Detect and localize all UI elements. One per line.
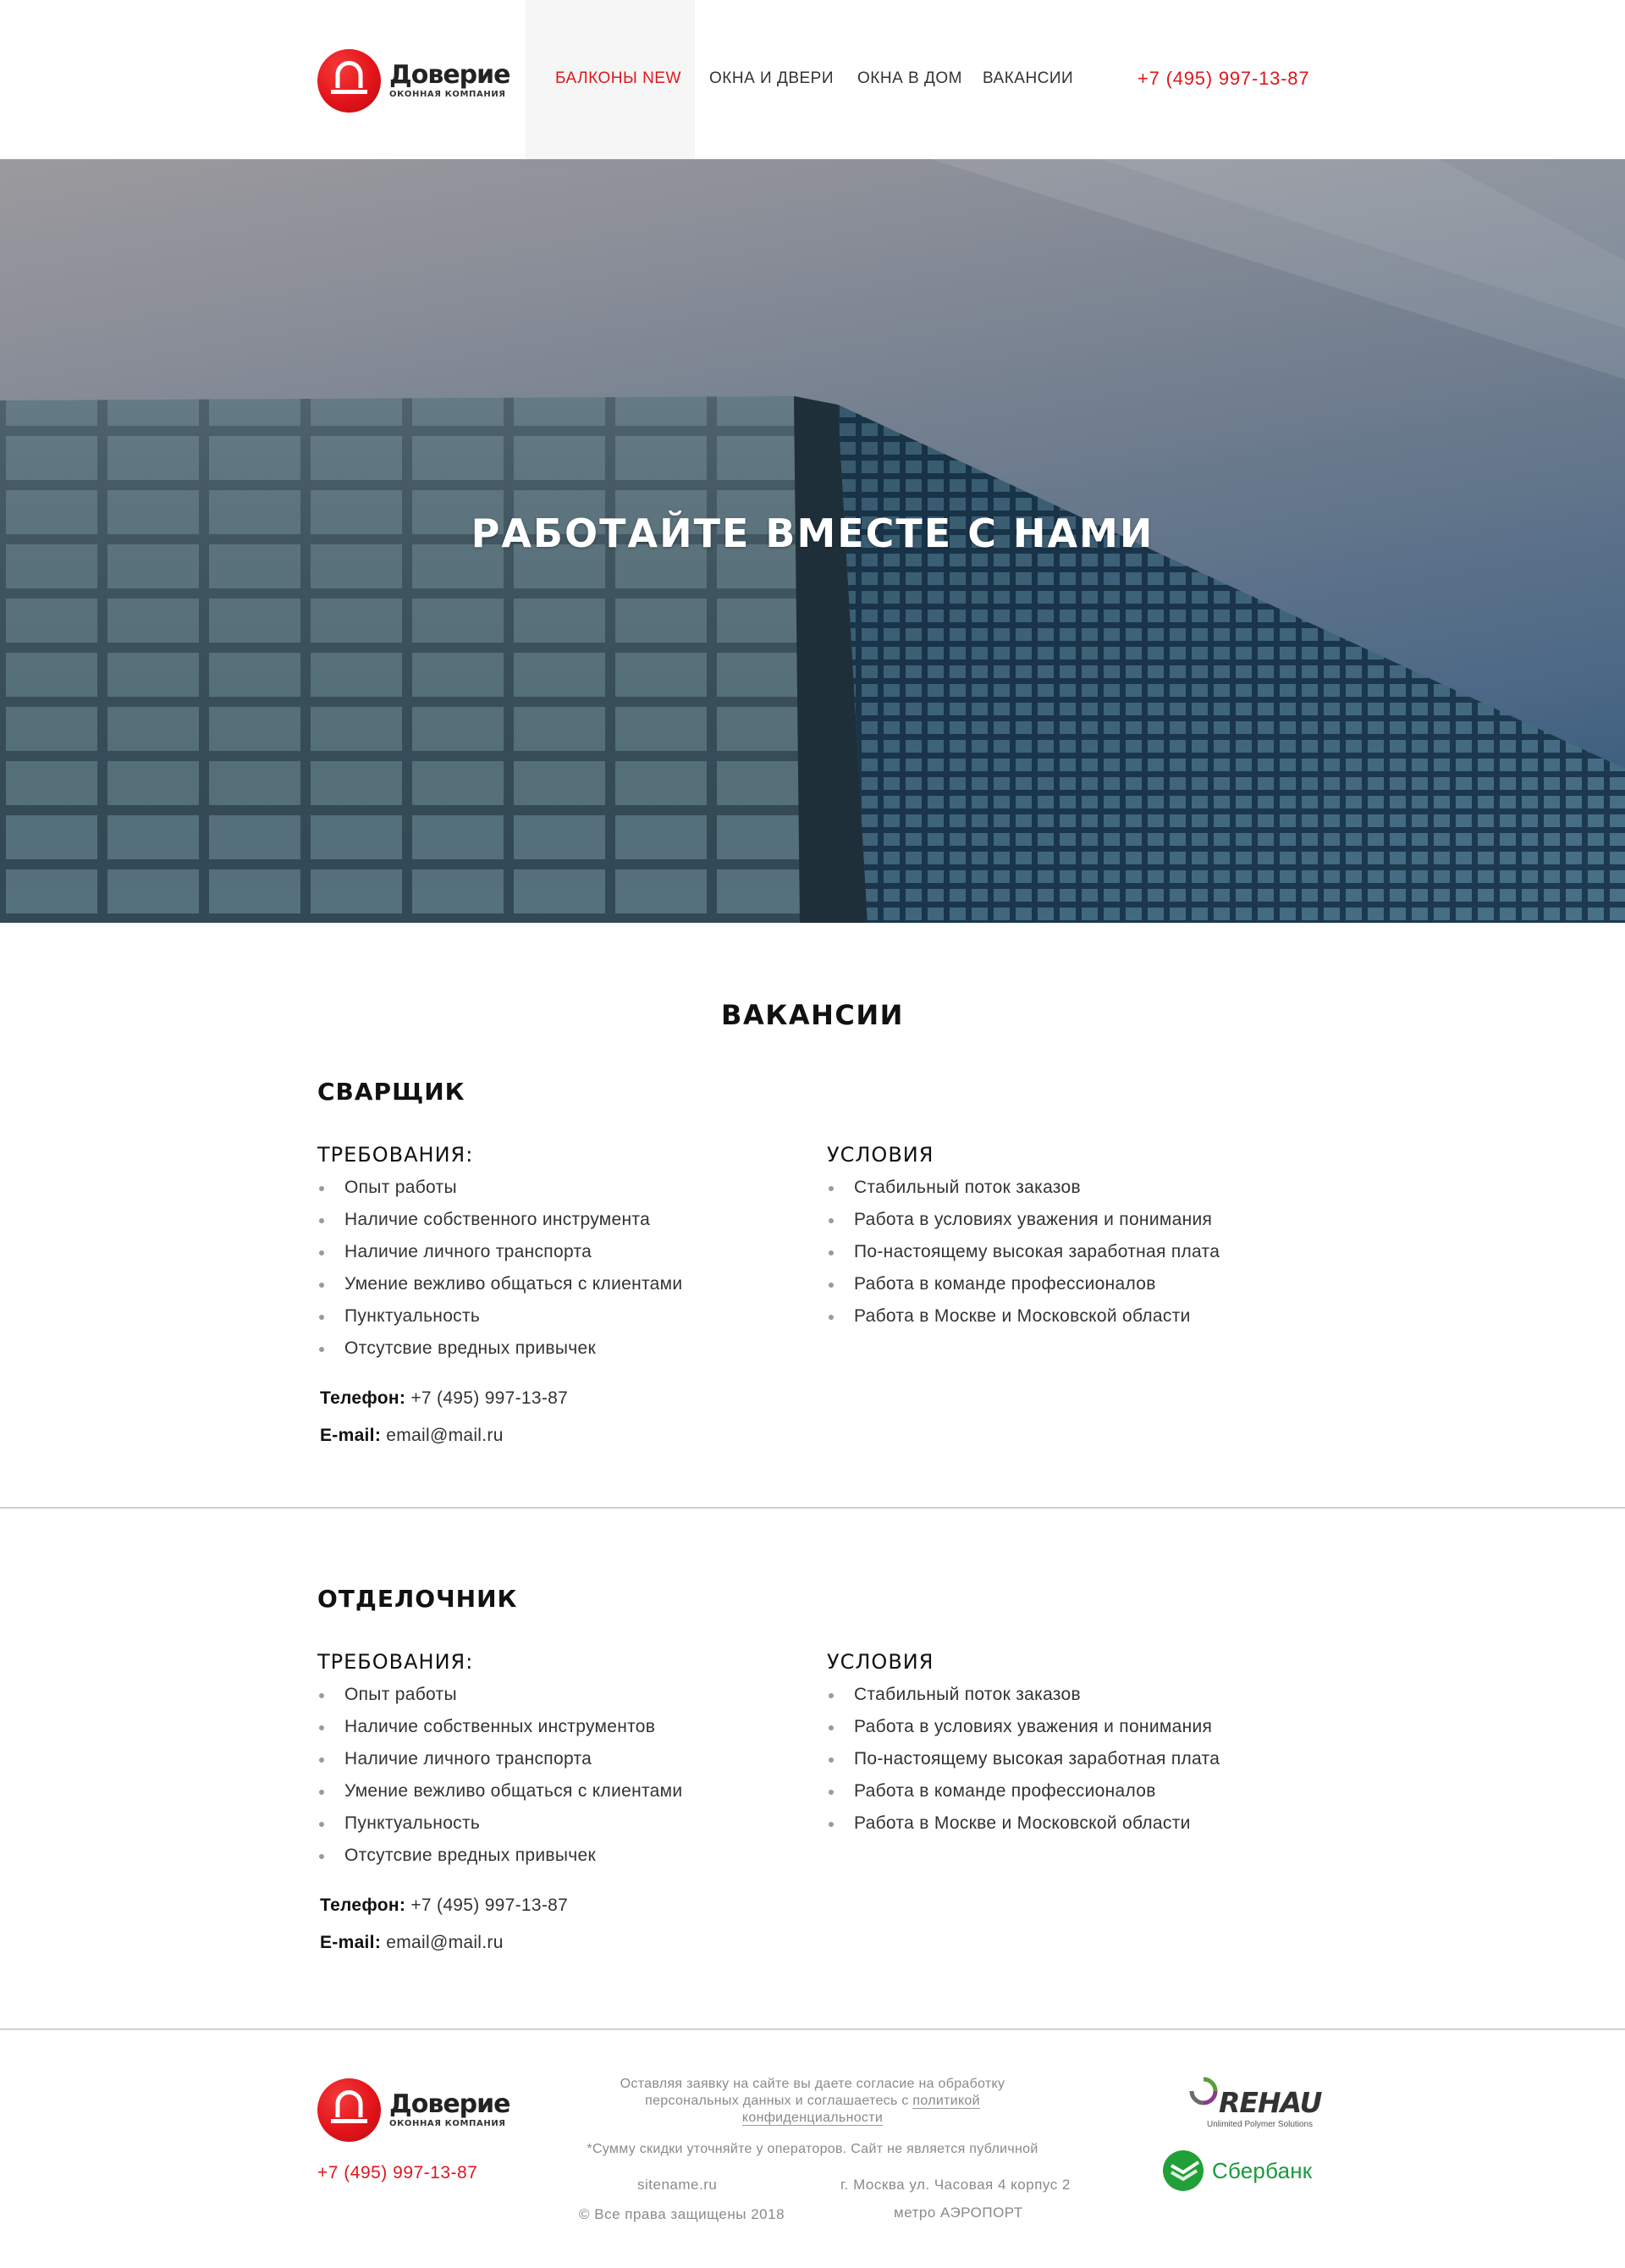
logo-title: Доверие — [389, 59, 511, 90]
footer-logo[interactable]: Доверие ОКОННАЯ КОМПАНИЯ — [317, 2078, 511, 2142]
header-phone[interactable]: +7 (495) 997-13-87 — [1138, 68, 1309, 90]
list-item: Наличие собственного инструмента — [317, 1204, 682, 1236]
rehau-tagline: Unlimited Polymer Solutions — [1207, 2120, 1314, 2129]
nav-item-windows-doors[interactable]: ОКНА И ДВЕРИ — [709, 69, 834, 88]
vacancy-phone: Телефон: +7 (495) 997-13-87 — [320, 1896, 568, 1916]
vacancy-email: E-mail: email@mail.ru — [320, 1426, 504, 1446]
copyright: © Все права защищены 2018 — [579, 2206, 785, 2222]
footer-divider — [0, 2028, 1625, 2030]
list-item: Работа в команде профессионалов — [827, 1775, 1220, 1807]
conditions-list: Стабильный поток заказов Работа в услови… — [827, 1172, 1220, 1333]
logo[interactable]: Доверие ОКОННАЯ КОМПАНИЯ — [317, 49, 511, 113]
list-item: Опыт работы — [317, 1172, 682, 1204]
list-item: Умение вежливо общаться с клиентами — [317, 1775, 682, 1807]
logo-subtitle: ОКОННАЯ КОМПАНИЯ — [389, 2118, 506, 2128]
list-item: Работа в команде профессионалов — [827, 1268, 1220, 1300]
consent-text: Оставляя заявку на сайте вы даете соглас… — [584, 2076, 1041, 2127]
nav-item-balconies[interactable]: БАЛКОНЫ NEW — [555, 69, 681, 88]
sberbank-icon — [1163, 2150, 1204, 2191]
email-value[interactable]: email@mail.ru — [386, 1933, 503, 1952]
list-item: Отсутсвие вредных привычек — [317, 1333, 682, 1365]
section-divider — [0, 1507, 1625, 1509]
list-item: Стабильный поток заказов — [827, 1172, 1220, 1204]
list-item: Пунктуальность — [317, 1300, 682, 1333]
email-label: E-mail: — [320, 1426, 382, 1445]
conditions-title: УСЛОВИЯ — [827, 1143, 934, 1167]
logo-title: Доверие — [389, 2089, 511, 2119]
rehau-emblem-icon — [1189, 2077, 1218, 2105]
list-item: По-настоящему высокая заработная плата — [827, 1236, 1220, 1268]
phone-label: Телефон: — [320, 1896, 406, 1915]
discount-note: *Сумму скидки уточняйте у операторов. Са… — [587, 2142, 1038, 2156]
rehau-wordmark: REHAU — [1219, 2086, 1322, 2119]
footer-phone[interactable]: +7 (495) 997-13-87 — [317, 2163, 477, 2183]
phone-value[interactable]: +7 (495) 997-13-87 — [410, 1896, 568, 1915]
list-item: Работа в Москве и Московской области — [827, 1300, 1220, 1333]
list-item: Работа в условиях уважения и понимания — [827, 1204, 1220, 1236]
requirements-title: ТРЕБОВАНИЯ: — [317, 1143, 474, 1167]
list-item: Умение вежливо общаться с клиентами — [317, 1268, 682, 1300]
logo-icon — [317, 2078, 381, 2142]
hero-banner: РАБОТАЙТЕ ВМЕСТЕ С НАМИ — [0, 159, 1625, 923]
site-name[interactable]: sitename.ru — [637, 2177, 717, 2194]
list-item: Наличие личного транспорта — [317, 1743, 682, 1775]
requirements-list: Опыт работы Наличие собственного инструм… — [317, 1172, 682, 1365]
nav-item-vacancies[interactable]: ВАКАНСИИ — [983, 69, 1073, 88]
list-item: Наличие личного транспорта — [317, 1236, 682, 1268]
list-item: Стабильный поток заказов — [827, 1679, 1220, 1711]
logo-subtitle: ОКОННАЯ КОМПАНИЯ — [389, 89, 506, 99]
list-item: Опыт работы — [317, 1679, 682, 1711]
sberbank-logo: Сбербанк — [1161, 2149, 1312, 2193]
conditions-list: Стабильный поток заказов Работа в услови… — [827, 1679, 1220, 1840]
phone-value[interactable]: +7 (495) 997-13-87 — [410, 1388, 568, 1408]
sberbank-wordmark: Сбербанк — [1212, 2157, 1313, 2183]
requirements-title: ТРЕБОВАНИЯ: — [317, 1650, 474, 1674]
list-item: Отсутсвие вредных привычек — [317, 1840, 682, 1872]
vacancy-title: СВАРЩИК — [317, 1078, 465, 1106]
list-item: По-настоящему высокая заработная плата — [827, 1743, 1220, 1775]
email-value[interactable]: email@mail.ru — [386, 1426, 503, 1445]
vacancies-section-title: ВАКАНСИИ — [721, 999, 904, 1031]
vacancy-phone: Телефон: +7 (495) 997-13-87 — [320, 1388, 568, 1409]
list-item: Пунктуальность — [317, 1807, 682, 1840]
logo-icon — [317, 49, 381, 113]
phone-label: Телефон: — [320, 1388, 406, 1408]
list-item: Работа в условиях уважения и понимания — [827, 1711, 1220, 1743]
requirements-list: Опыт работы Наличие собственных инструме… — [317, 1679, 682, 1872]
hero-title: РАБОТАЙТЕ ВМЕСТЕ С НАМИ — [471, 510, 1154, 556]
vacancy-email: E-mail: email@mail.ru — [320, 1933, 504, 1953]
rehau-logo: REHAU Unlimited Polymer Solutions — [1188, 2076, 1322, 2135]
vacancy-title: ОТДЕЛОЧНИК — [317, 1585, 518, 1613]
site-header: Доверие ОКОННАЯ КОМПАНИЯ БАЛКОНЫ NEW ОКН… — [0, 0, 1625, 159]
nav-item-windows-home[interactable]: ОКНА В ДОМ — [857, 69, 962, 88]
metro: метро АЭРОПОРТ — [894, 2205, 1023, 2221]
list-item: Наличие собственных инструментов — [317, 1711, 682, 1743]
list-item: Работа в Москве и Московской области — [827, 1807, 1220, 1840]
address: г. Москва ул. Часовая 4 корпус 2 — [840, 2177, 1071, 2193]
conditions-title: УСЛОВИЯ — [827, 1650, 934, 1674]
email-label: E-mail: — [320, 1933, 382, 1952]
